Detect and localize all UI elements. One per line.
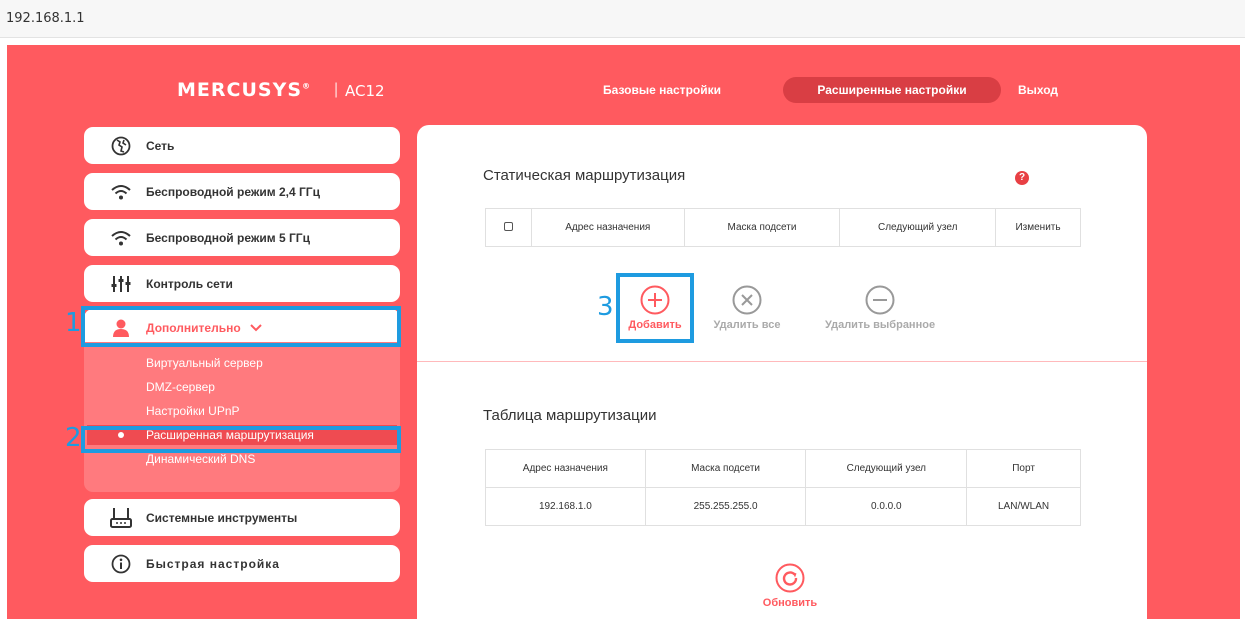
refresh-button[interactable]: Обновить: [755, 563, 825, 609]
sidebar-item-label: Сеть: [146, 138, 175, 153]
logo-separator: |: [334, 81, 339, 98]
annotation-box-advanced-routing: [81, 426, 401, 453]
table-header: Изменить: [995, 208, 1081, 247]
static-routes-table: Адрес назначения Маска подсети Следующий…: [485, 208, 1081, 247]
table-header-row: Адрес назначения Маска подсети Следующий…: [485, 449, 1081, 488]
sidebar-item-label: Системные инструменты: [146, 510, 298, 525]
submenu-item-dmz[interactable]: DMZ-сервер: [146, 380, 215, 394]
sidebar-item-network[interactable]: Сеть: [84, 127, 400, 164]
table-header: Адрес назначения: [485, 449, 646, 488]
submenu-item-upnp[interactable]: Настройки UPnP: [146, 404, 240, 418]
annotation-box-add: [616, 273, 694, 343]
nav-basic-settings[interactable]: Базовые настройки: [592, 77, 732, 103]
delete-selected-button[interactable]: Удалить выбранное: [810, 285, 950, 331]
minus-circle-icon: [865, 285, 895, 315]
sidebar-item-wireless-5[interactable]: Беспроводной режим 5 ГГц: [84, 219, 400, 256]
main-panel: Статическая маршрутизация ? Адрес назнач…: [417, 125, 1147, 619]
wifi-icon: [106, 183, 136, 201]
annotation-box-advanced: [81, 306, 401, 347]
select-all-checkbox[interactable]: [503, 221, 513, 231]
sidebar-item-label: Контроль сети: [146, 276, 233, 291]
refresh-icon: [775, 563, 805, 593]
sidebar-item-label: Быстрая настройка: [146, 556, 280, 571]
sidebar-item-wireless-24[interactable]: Беспроводной режим 2,4 ГГц: [84, 173, 400, 210]
info-icon: [106, 554, 136, 574]
brand-mark: ®: [302, 81, 312, 91]
table-header: Следующий узел: [805, 449, 968, 488]
globe-icon: [106, 136, 136, 156]
table-row: 192.168.1.0 255.255.255.0 0.0.0.0 LAN/WL…: [485, 487, 1081, 526]
static-routing-title: Статическая маршрутизация: [483, 167, 686, 184]
annotation-number-1: 1: [65, 308, 82, 338]
router-admin-app: MERCUSYS® | AC12 Базовые настройки Расши…: [7, 45, 1240, 619]
brand-name: MERCUSYS: [177, 79, 303, 101]
wifi-icon: [106, 229, 136, 247]
router-icon: [106, 507, 136, 528]
sidebar-item-network-control[interactable]: Контроль сети: [84, 265, 400, 302]
brand-logo: MERCUSYS®: [177, 79, 311, 101]
help-icon[interactable]: ?: [1015, 171, 1029, 185]
model-name: AC12: [345, 82, 385, 100]
table-header: Следующий узел: [839, 208, 997, 247]
refresh-label: Обновить: [762, 597, 818, 609]
delete-all-button[interactable]: Удалить все: [707, 285, 787, 331]
table-cell: LAN/WLAN: [966, 487, 1081, 526]
table-header: Маска подсети: [683, 208, 841, 247]
table-header: Маска подсети: [644, 449, 807, 488]
advanced-submenu: Виртуальный сервер DMZ-сервер Настройки …: [84, 342, 400, 492]
sidebar-item-label: Беспроводной режим 2,4 ГГц: [146, 184, 320, 199]
table-header-row: Адрес назначения Маска подсети Следующий…: [485, 208, 1081, 247]
delete-selected-label: Удалить выбранное: [824, 319, 936, 331]
sliders-icon: [106, 275, 136, 293]
routing-table-title: Таблица маршрутизации: [483, 407, 657, 424]
routing-table: Адрес назначения Маска подсети Следующий…: [485, 449, 1081, 526]
submenu-item-ddns[interactable]: Динамический DNS: [146, 452, 255, 466]
x-circle-icon: [732, 285, 762, 315]
select-all-cell: [485, 208, 532, 247]
delete-all-label: Удалить все: [713, 319, 781, 331]
annotation-number-2: 2: [65, 423, 82, 453]
table-cell: 0.0.0.0: [805, 487, 968, 526]
submenu-item-virtual-server[interactable]: Виртуальный сервер: [146, 356, 263, 370]
nav-logout[interactable]: Выход: [1014, 77, 1062, 103]
table-header: Порт: [966, 449, 1081, 488]
nav-advanced-settings[interactable]: Расширенные настройки: [783, 77, 1001, 103]
table-cell: 255.255.255.0: [644, 487, 807, 526]
url-text[interactable]: 192.168.1.1: [6, 11, 85, 26]
sidebar-item-label: Беспроводной режим 5 ГГц: [146, 230, 310, 245]
section-divider: [417, 361, 1147, 362]
sidebar-item-system-tools[interactable]: Системные инструменты: [84, 499, 400, 536]
table-header: Адрес назначения: [530, 208, 685, 247]
browser-address-bar[interactable]: 192.168.1.1: [0, 0, 1245, 38]
annotation-number-3: 3: [597, 292, 614, 322]
sidebar-item-quick-setup[interactable]: Быстрая настройка: [84, 545, 400, 582]
table-cell: 192.168.1.0: [485, 487, 646, 526]
